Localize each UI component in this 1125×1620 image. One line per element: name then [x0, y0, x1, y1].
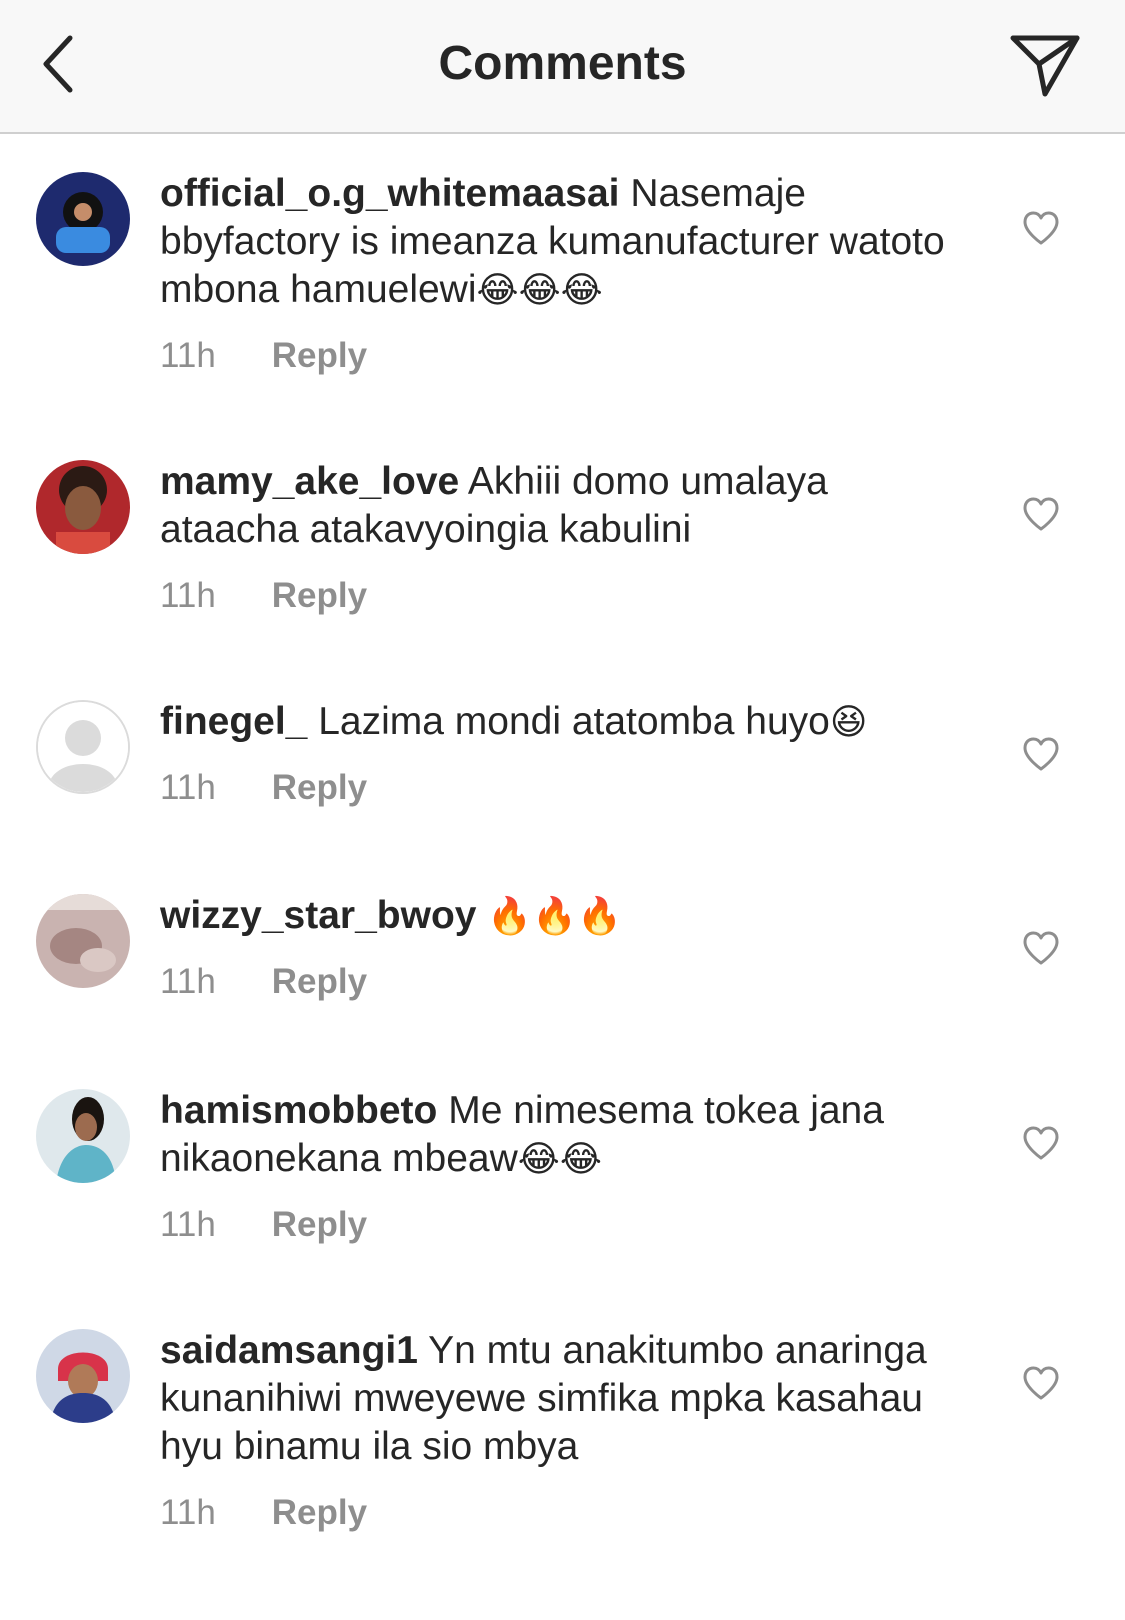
like-button[interactable] — [1022, 210, 1060, 246]
comment-body: finegel_ Lazima mondi atatomba huyo😆 11h… — [160, 698, 960, 808]
heart-icon — [1023, 1366, 1059, 1400]
comment-emoji: 🔥🔥🔥 — [487, 895, 622, 936]
heart-icon — [1023, 1126, 1059, 1160]
comment-text: hamismobbeto Me nimesema tokea jana nika… — [160, 1087, 960, 1183]
reply-button[interactable]: Reply — [272, 1493, 367, 1532]
comment-emoji: 😂😂😂 — [476, 269, 603, 310]
comment-username[interactable]: official_o.g_whitemaasai — [160, 172, 620, 215]
reply-button[interactable]: Reply — [272, 962, 367, 1001]
comment-text: official_o.g_whitemaasai Nasemaje bbyfac… — [160, 170, 960, 314]
comment-body: hamismobbeto Me nimesema tokea jana nika… — [160, 1087, 960, 1245]
heart-icon — [1023, 737, 1059, 771]
page-title: Comments — [438, 37, 687, 90]
heart-icon — [1023, 931, 1059, 965]
comment-text: wizzy_star_bwoy 🔥🔥🔥 — [160, 892, 960, 940]
comment-text: finegel_ Lazima mondi atatomba huyo😆 — [160, 698, 960, 746]
avatar[interactable] — [36, 894, 130, 988]
comment-username[interactable]: saidamsangi1 — [160, 1329, 418, 1372]
comment-timestamp: 11h — [160, 336, 216, 375]
comment-timestamp: 11h — [160, 962, 216, 1001]
like-button[interactable] — [1022, 736, 1060, 772]
comment-username[interactable]: mamy_ake_love — [160, 460, 459, 503]
comment-meta: 11h Reply — [160, 336, 960, 376]
avatar[interactable] — [36, 460, 130, 554]
comment-emoji: 😂😂 — [517, 1138, 602, 1179]
comment-body: mamy_ake_love Akhiii domo umalaya ataach… — [160, 458, 960, 616]
comment-text: saidamsangi1 Yn mtu anakitumbo anaringa … — [160, 1327, 960, 1471]
comment-meta: 11h Reply — [160, 576, 960, 616]
reply-button[interactable]: Reply — [272, 576, 367, 615]
reply-button[interactable]: Reply — [272, 768, 367, 807]
comment-meta: 11h Reply — [160, 1493, 960, 1533]
comment-meta: 11h Reply — [160, 768, 960, 808]
reply-button[interactable]: Reply — [272, 1205, 367, 1244]
avatar[interactable] — [36, 700, 130, 794]
avatar[interactable] — [36, 1329, 130, 1423]
heart-icon — [1023, 497, 1059, 531]
comment-body: wizzy_star_bwoy 🔥🔥🔥 11h Reply — [160, 892, 960, 1002]
heart-icon — [1023, 211, 1059, 245]
comment-body: saidamsangi1 Yn mtu anakitumbo anaringa … — [160, 1327, 960, 1533]
comment-username[interactable]: wizzy_star_bwoy — [160, 894, 476, 937]
share-button[interactable] — [1007, 30, 1083, 100]
reply-button[interactable]: Reply — [272, 336, 367, 375]
comment-meta: 11h Reply — [160, 1205, 960, 1245]
comment-username[interactable]: finegel_ — [160, 700, 307, 743]
comment-body: official_o.g_whitemaasai Nasemaje bbyfac… — [160, 170, 960, 376]
top-nav-bar: Comments — [0, 0, 1125, 134]
comment-timestamp: 11h — [160, 576, 216, 615]
comment-message: Lazima mondi atatomba huyo — [318, 700, 830, 743]
comment-text: mamy_ake_love Akhiii domo umalaya ataach… — [160, 458, 960, 554]
avatar[interactable] — [36, 1089, 130, 1183]
comment-emoji: 😆 — [829, 701, 868, 742]
like-button[interactable] — [1022, 1125, 1060, 1161]
comment-timestamp: 11h — [160, 1493, 216, 1532]
avatar[interactable] — [36, 172, 130, 266]
comment-username[interactable]: hamismobbeto — [160, 1089, 437, 1132]
paper-plane-icon — [1010, 35, 1080, 97]
comment-meta: 11h Reply — [160, 962, 960, 1002]
comment-timestamp: 11h — [160, 768, 216, 807]
like-button[interactable] — [1022, 930, 1060, 966]
comment-timestamp: 11h — [160, 1205, 216, 1244]
like-button[interactable] — [1022, 496, 1060, 532]
like-button[interactable] — [1022, 1365, 1060, 1401]
